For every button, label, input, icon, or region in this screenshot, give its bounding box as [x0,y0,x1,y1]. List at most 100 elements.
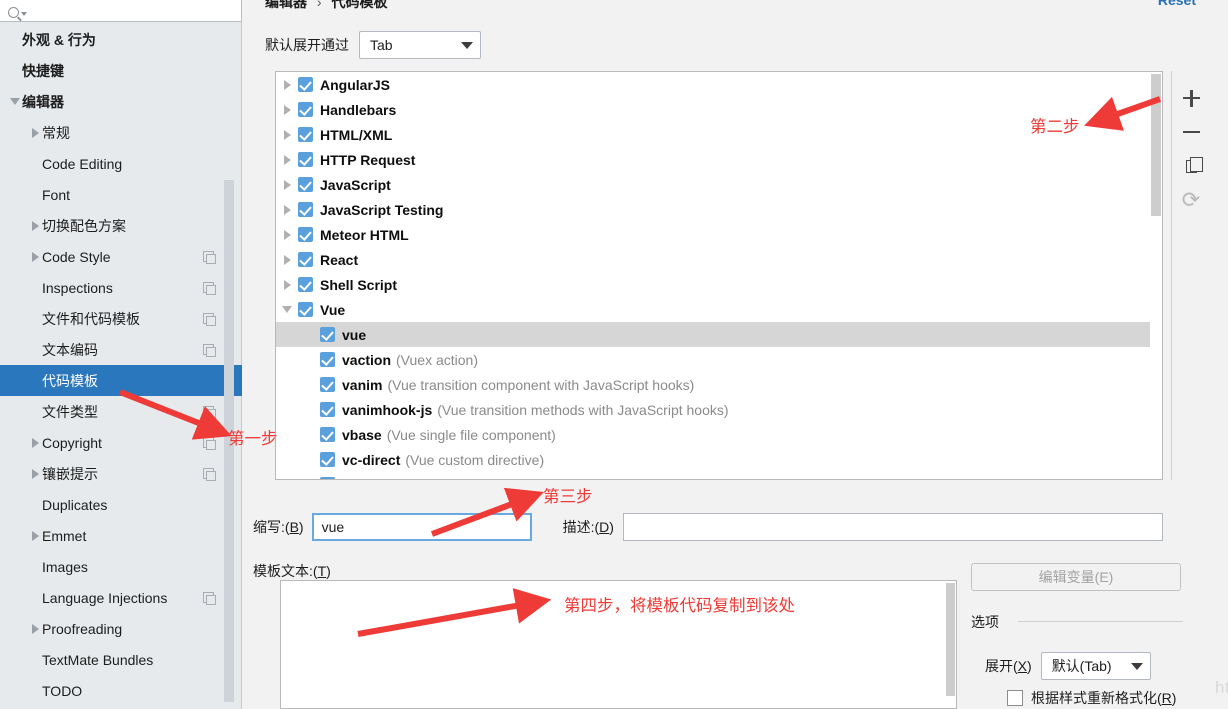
chevron-right-icon[interactable] [28,251,42,262]
template-text-scrollbar[interactable] [946,583,955,696]
chevron-right-icon[interactable] [28,530,42,541]
search-input[interactable] [0,0,242,22]
sidebar-item-6[interactable]: 切换配色方案 [0,210,242,241]
sidebar-item-5[interactable]: Font [0,179,242,210]
sidebar-item-label: 快捷键 [22,62,64,79]
sidebar-item-16[interactable]: Emmet [0,520,242,551]
sidebar-item-4[interactable]: Code Editing [0,148,242,179]
tree-group-row[interactable]: React [276,247,1162,272]
annotation-step3: 第三步 [543,487,593,506]
tree-template-row[interactable]: vc-direct (Vue custom directive) [276,447,1162,472]
expand-by-select[interactable]: Tab [359,31,481,59]
sidebar-item-10[interactable]: 文本编码 [0,334,242,365]
chevron-right-icon[interactable] [276,279,298,290]
sidebar-item-20[interactable]: TextMate Bundles [0,644,242,675]
chevron-right-icon[interactable] [28,220,42,231]
abbreviation-label: 缩写:(B) [253,519,304,535]
sidebar-item-3[interactable]: 常规 [0,117,242,148]
group-checkbox[interactable] [298,177,313,192]
sidebar-item-label: Inspections [42,279,113,296]
tree-group-row[interactable]: Meteor HTML [276,222,1162,247]
chevron-right-icon[interactable] [276,104,298,115]
chevron-down-icon [21,12,27,16]
tree-group-row[interactable]: Vue [276,297,1162,322]
tree-scrollbar-thumb[interactable] [1151,74,1161,216]
group-checkbox[interactable] [298,277,313,292]
undo-arrow-icon: ⟲ [1182,187,1201,212]
template-checkbox[interactable] [320,327,335,342]
sidebar-item-15[interactable]: Duplicates [0,489,242,520]
expand-by-value: Tab [370,37,393,53]
description-input[interactable] [622,513,1163,541]
tree-template-row[interactable]: vue [276,322,1162,347]
add-template-button[interactable] [1175,81,1209,115]
expand-with-select[interactable]: 默认(Tab) [1040,652,1151,680]
sidebar-item-9[interactable]: 文件和代码模板 [0,303,242,334]
group-checkbox[interactable] [298,77,313,92]
reformat-checkbox[interactable] [1007,690,1023,706]
chevron-right-icon[interactable] [276,154,298,165]
sidebar-item-14[interactable]: 镶嵌提示 [0,458,242,489]
revert-changes-button[interactable]: ⟲ [1175,183,1209,217]
sidebar-item-12[interactable]: 文件类型 [0,396,242,427]
template-checkbox[interactable] [320,452,335,467]
tree-group-label: AngularJS [320,76,391,93]
sidebar-item-8[interactable]: Inspections [0,272,242,303]
remove-template-button[interactable] [1175,115,1209,149]
chevron-right-icon[interactable] [276,254,298,265]
group-checkbox[interactable] [298,202,313,217]
chevron-right-icon[interactable] [28,468,42,479]
chevron-right-icon[interactable] [28,437,42,448]
chevron-right-icon[interactable] [276,79,298,90]
sidebar-item-18[interactable]: Language Injections [0,582,242,613]
chevron-right-icon[interactable] [28,127,42,138]
tree-scrollbar[interactable] [1150,72,1162,479]
template-checkbox[interactable] [320,427,335,442]
template-checkbox[interactable] [320,352,335,367]
template-checkbox[interactable] [320,402,335,417]
tree-template-row[interactable]: vbase (Vue single file component) [276,422,1162,447]
group-checkbox[interactable] [298,252,313,267]
sidebar-item-1[interactable]: 快捷键 [0,55,242,86]
edit-variables-button[interactable]: 编辑变量(E) [971,563,1181,591]
sidebar-item-17[interactable]: Images [0,551,242,582]
template-checkbox[interactable] [320,377,335,392]
tree-group-row[interactable]: JavaScript [276,172,1162,197]
chevron-right-icon[interactable] [276,204,298,215]
sidebar-item-label: Duplicates [42,496,108,513]
tree-group-row[interactable]: AngularJS [276,72,1162,97]
chevron-right-icon[interactable] [276,229,298,240]
reset-link[interactable]: Reset [1158,0,1196,8]
chevron-down-icon[interactable] [8,98,22,105]
sidebar-item-7[interactable]: Code Style [0,241,242,272]
chevron-right-icon[interactable] [276,129,298,140]
tree-group-row[interactable]: HTTP Request [276,147,1162,172]
chevron-right-icon[interactable] [276,179,298,190]
tree-group-row[interactable]: JavaScript Testing [276,197,1162,222]
group-checkbox[interactable] [298,152,313,167]
sidebar-item-19[interactable]: Proofreading [0,613,242,644]
group-checkbox[interactable] [298,227,313,242]
sidebar-item-11[interactable]: 代码模板 [0,365,242,396]
group-checkbox[interactable] [298,302,313,317]
group-checkbox[interactable] [298,102,313,117]
tree-group-row[interactable]: Shell Script [276,272,1162,297]
chevron-down-icon[interactable] [276,306,298,313]
template-checkbox[interactable] [320,477,335,479]
reformat-row[interactable]: 根据样式重新格式化(R) [1007,688,1176,708]
expand-by-row: 默认展开通过 Tab [265,31,481,59]
abbreviation-input[interactable]: vue [311,513,532,541]
sidebar-item-13[interactable]: Copyright [0,427,242,458]
tree-template-row[interactable]: vaction (Vuex action) [276,347,1162,372]
duplicate-template-button[interactable] [1175,149,1209,183]
group-checkbox[interactable] [298,127,313,142]
chevron-right-icon[interactable] [28,623,42,634]
sidebar-item-label: Code Editing [42,155,123,172]
sidebar-item-21[interactable]: TODO [0,675,242,706]
tree-template-row[interactable]: vanimhook-js (Vue transition methods with… [276,397,1162,422]
sidebar-item-0[interactable]: 外观 & 行为 [0,24,242,55]
sidebar-item-2[interactable]: 编辑器 [0,86,242,117]
tree-template-row[interactable]: vanim (Vue transition component with Java… [276,372,1162,397]
tree-template-description: (Vuex action) [396,351,478,368]
tree-template-row-partial[interactable] [276,472,1162,479]
